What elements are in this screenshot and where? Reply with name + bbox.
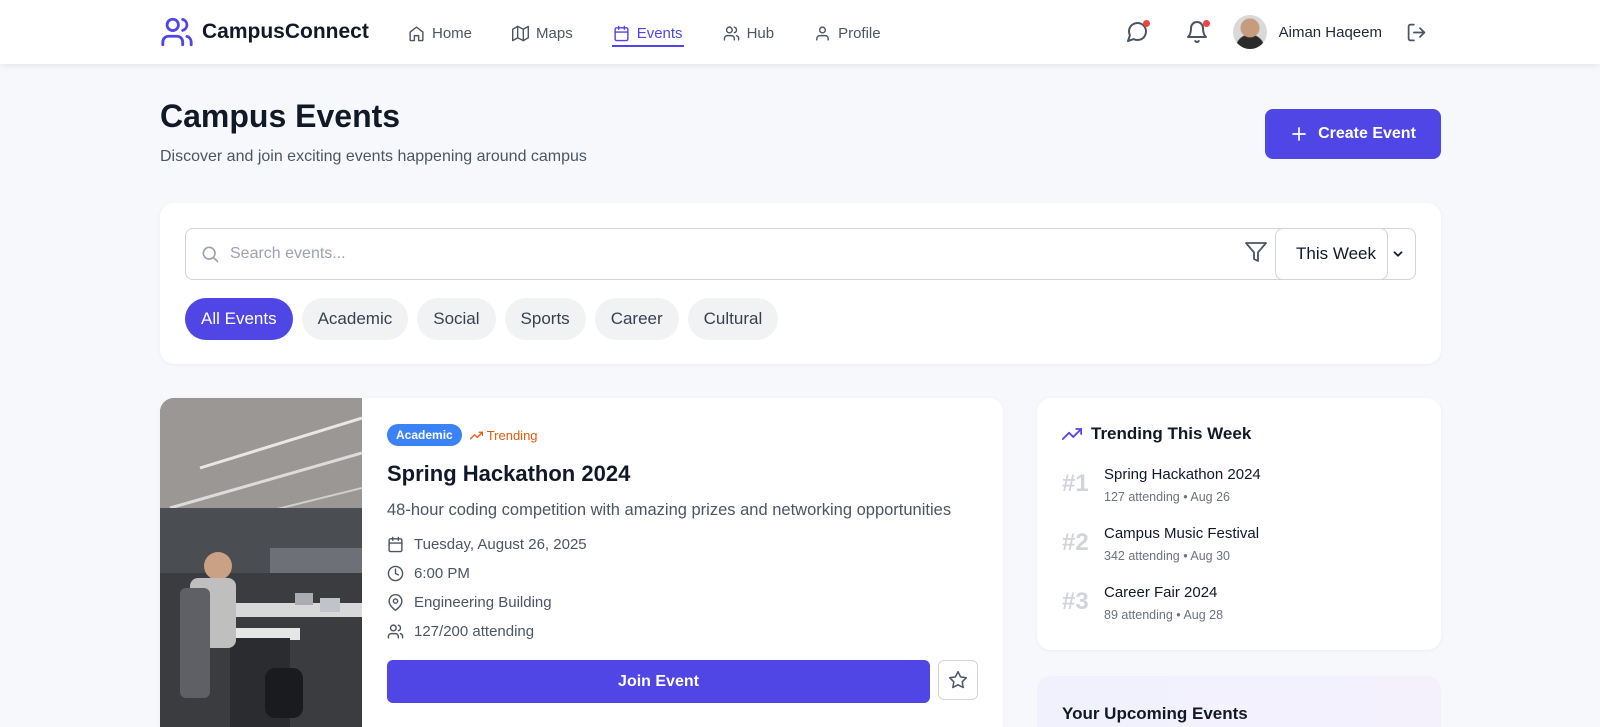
trending-event-meta: 342 attending • Aug 30 — [1104, 549, 1231, 563]
event-details: Academic Trending Spring Hackathon 2024 … — [387, 424, 952, 640]
trending-label: Trending — [486, 427, 538, 443]
trending-item[interactable]: #2 Campus Music Festival 342 attending •… — [1062, 525, 1259, 563]
nav-item-hub[interactable]: Hub — [723, 21, 775, 45]
logout-button[interactable] — [1402, 12, 1430, 52]
chip-social[interactable]: Social — [417, 298, 496, 340]
event-attendance-text: 127/200 attending — [414, 622, 535, 640]
search-input[interactable] — [230, 245, 1130, 263]
messages-button[interactable] — [1117, 12, 1157, 52]
logout-icon — [1407, 23, 1425, 41]
event-location-text: Engineering Building — [414, 593, 552, 611]
calendar-icon — [614, 25, 629, 41]
map-pin-icon — [388, 593, 403, 611]
map-icon — [512, 25, 530, 41]
category-badge: Academic — [387, 424, 462, 446]
time-range-select[interactable]: This Week — [1275, 228, 1416, 280]
nav-item-profile[interactable]: Profile — [814, 21, 881, 45]
trending-event-meta: 127 attending • Aug 26 — [1104, 490, 1231, 504]
nav-item-label: Profile — [838, 24, 881, 42]
event-date-text: Tuesday, August 26, 2025 — [414, 535, 587, 553]
search-box[interactable] — [185, 228, 1388, 280]
favorite-button[interactable] — [938, 660, 978, 700]
clock-icon — [387, 565, 404, 581]
nav-item-label: Events — [636, 24, 683, 42]
nav-item-home[interactable]: Home — [408, 21, 472, 45]
trending-item[interactable]: #3 Career Fair 2024 89 attending • Aug 2… — [1062, 584, 1223, 622]
nav-item-events[interactable]: Events — [611, 21, 684, 47]
trending-rank: #3 — [1062, 588, 1089, 615]
trending-badge: Trending — [469, 427, 538, 443]
notification-dot — [1202, 20, 1210, 27]
notification-dot — [1142, 20, 1150, 27]
users-logo-icon — [161, 17, 193, 47]
trending-up-icon — [1062, 428, 1082, 440]
filter-panel: This Week All Events Academic Social Spo… — [160, 203, 1441, 364]
event-location: Engineering Building — [387, 593, 951, 611]
top-navbar: CampusConnect Home Maps Events Hub Profi… — [0, 0, 1600, 64]
chip-all-events[interactable]: All Events — [185, 298, 293, 340]
nav-item-maps[interactable]: Maps — [512, 21, 573, 45]
event-time-text: 6:00 PM — [414, 564, 470, 582]
trending-panel: Trending This Week #1 Spring Hackathon 2… — [1037, 398, 1441, 650]
event-card[interactable]: Academic Trending Spring Hackathon 2024 … — [160, 398, 1003, 727]
trending-header: Trending This Week — [1062, 424, 1251, 444]
trending-rank: #1 — [1062, 470, 1089, 497]
time-range-value: This Week — [1296, 244, 1376, 263]
main-nav: Home Maps Events Hub Profile — [408, 21, 921, 47]
avatar[interactable] — [1232, 15, 1267, 49]
users-icon — [723, 25, 739, 41]
page-subtitle: Discover and join exciting events happen… — [160, 148, 587, 165]
chip-sports[interactable]: Sports — [504, 298, 586, 340]
filter-icon — [1245, 242, 1267, 262]
create-event-button[interactable]: Create Event — [1265, 109, 1441, 159]
event-description: 48-hour coding competition with amazing … — [387, 501, 952, 519]
brand-name: CampusConnect — [202, 20, 369, 43]
nav-actions: Aiman Haqeem — [1117, 12, 1430, 52]
filter-button[interactable] — [1244, 240, 1268, 269]
event-title[interactable]: Spring Hackathon 2024 — [387, 461, 951, 487]
event-tags: Academic Trending — [387, 424, 951, 446]
notifications-button[interactable] — [1177, 12, 1217, 52]
search-icon — [202, 246, 219, 263]
hackathon-photo — [160, 398, 362, 727]
calendar-icon — [388, 536, 403, 552]
user-name[interactable]: Aiman Haqeem — [1279, 24, 1382, 41]
category-chips: All Events Academic Social Sports Career… — [185, 298, 779, 340]
home-icon — [409, 25, 424, 41]
nav-item-label: Home — [432, 24, 473, 42]
trending-rank: #2 — [1062, 529, 1089, 556]
chip-academic[interactable]: Academic — [301, 298, 409, 340]
star-icon — [948, 670, 968, 689]
chip-cultural[interactable]: Cultural — [687, 298, 779, 340]
upcoming-title: Your Upcoming Events — [1062, 704, 1248, 723]
nav-item-label: Maps — [536, 24, 573, 42]
page-title: Campus Events — [160, 98, 401, 134]
chevron-down-icon — [1393, 251, 1403, 257]
user-icon — [816, 25, 829, 41]
trending-event-name: Campus Music Festival — [1104, 525, 1260, 542]
trending-item[interactable]: #1 Spring Hackathon 2024 127 attending •… — [1062, 466, 1261, 504]
trending-up-icon — [469, 431, 483, 439]
event-image — [160, 398, 362, 727]
users-icon — [387, 623, 404, 639]
nav-item-label: Hub — [746, 24, 775, 42]
join-event-button[interactable]: Join Event — [387, 660, 930, 703]
event-date: Tuesday, August 26, 2025 — [387, 535, 951, 553]
event-attendance: 127/200 attending — [387, 622, 951, 640]
brand-logo[interactable]: CampusConnect — [160, 15, 369, 49]
trending-title: Trending This Week — [1091, 424, 1252, 443]
chip-career[interactable]: Career — [594, 298, 679, 340]
create-event-label: Create Event — [1318, 125, 1416, 142]
trending-event-name: Career Fair 2024 — [1104, 584, 1218, 601]
plus-icon — [1292, 127, 1306, 141]
trending-event-meta: 89 attending • Aug 28 — [1104, 608, 1224, 622]
trending-event-name: Spring Hackathon 2024 — [1104, 466, 1261, 483]
event-time: 6:00 PM — [387, 564, 951, 582]
upcoming-events-panel: Your Upcoming Events — [1037, 676, 1441, 727]
